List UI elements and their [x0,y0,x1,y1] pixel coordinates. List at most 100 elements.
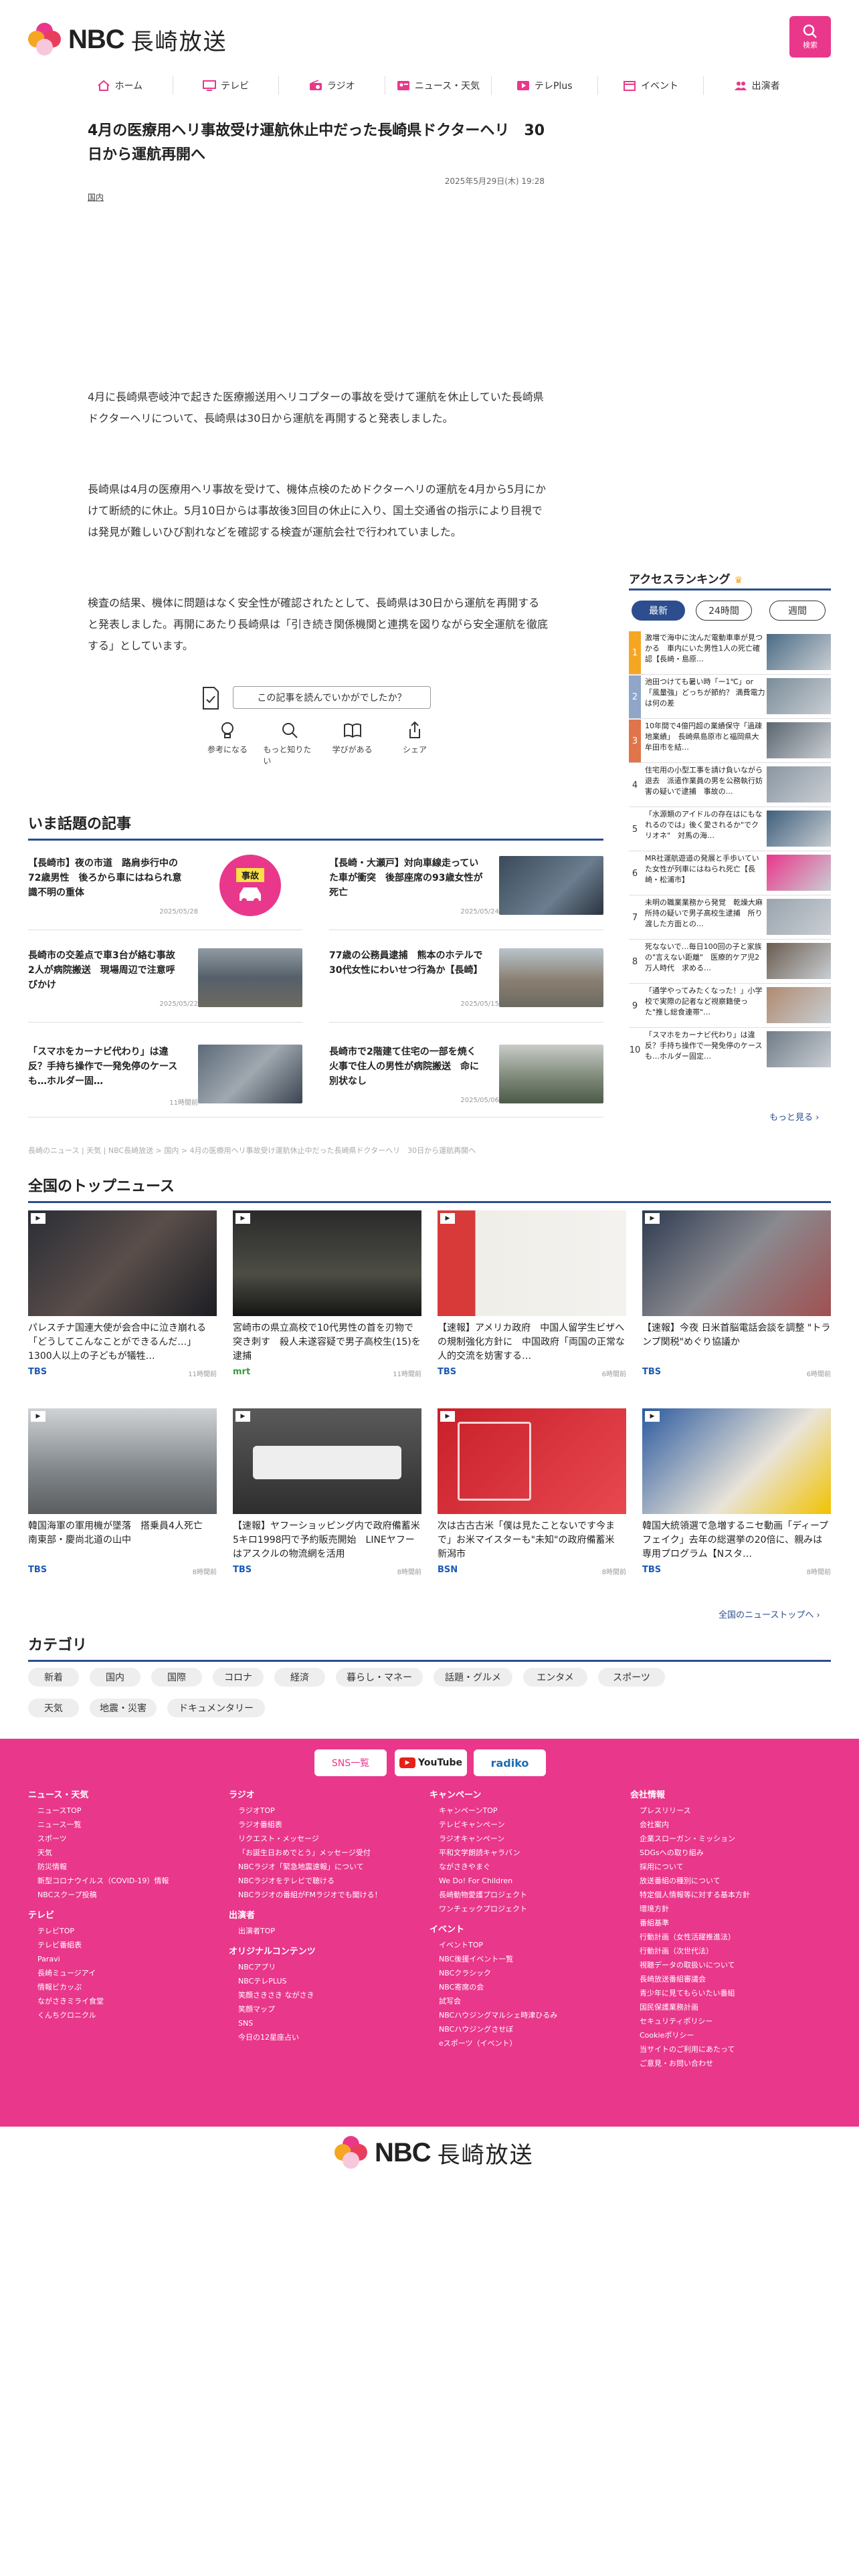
feedback-more-button[interactable]: もっと知りたい [263,721,316,766]
category-chip[interactable]: 天気 [28,1699,79,1717]
feedback-helpful-button[interactable]: 参考になる [201,721,254,766]
ranking-item[interactable]: 6 MR社運航遊道の発展と手歩いていた女性が列車にはねられ死亡【長崎・松浦市】 [629,852,831,895]
nav-event[interactable]: イベント [598,76,704,95]
footer-link[interactable]: 環境方針 [630,1902,824,1916]
ranking-item[interactable]: 10 「スマホをカーナビ代わり」は違反？手持ち操作で一発免停のケースも…ホルダー固… [629,1029,831,1071]
footer-link[interactable]: NBCハウジングさせぼ [430,2022,624,2036]
national-news-item[interactable]: ▶ 次は古古古米「僕は見たことないです今まで」お米マイスターも"未知"の政府備蓄米… [438,1408,626,1596]
nav-radio[interactable]: ラジオ [279,76,386,95]
footer-link[interactable]: ラジオキャンペーン [430,1832,624,1846]
footer-link[interactable]: 会社案内 [630,1818,824,1832]
footer-link[interactable]: キャンペーンTOP [430,1804,624,1818]
trending-item[interactable]: 長崎市の交差点で車3台が絡む事故 2人が病院搬送 現場周辺で注意呼びかけ 202… [28,948,302,1012]
footer-link[interactable]: 「お誕生日おめでとう」メッセージ受付 [229,1846,423,1860]
footer-link[interactable]: 行動計画（次世代法） [630,1944,824,1958]
footer-heading[interactable]: ニュース・天気 [28,1788,222,1802]
footer-link[interactable]: NBCクラシック [430,1966,624,1980]
site-logo[interactable]: NBC 長崎放送 [28,21,227,58]
footer-link[interactable]: Paravi [28,1952,222,1966]
national-news-item[interactable]: ▶ 【速報】今夜 日米首脳電話会談を調整 "トランプ関税"めぐり協議か TBS 6時間… [642,1210,831,1398]
footer-link[interactable]: スポーツ [28,1832,222,1846]
ranking-tab-24h[interactable]: 24時間 [696,601,752,621]
footer-heading[interactable]: ラジオ [229,1788,423,1802]
category-chip[interactable]: 国際 [151,1668,202,1687]
footer-link[interactable]: 番組基準 [630,1916,824,1930]
category-chip[interactable]: 暮らし・マネー [336,1668,423,1687]
footer-link[interactable]: 特定個人情報等に対する基本方針 [630,1888,824,1902]
footer-link[interactable]: 防災情報 [28,1860,222,1874]
ranking-tab-weekly[interactable]: 週間 [769,601,826,621]
footer-link[interactable]: 平和文学朗読キャラバン [430,1846,624,1860]
footer-link[interactable]: ワンチェックプロジェクト [430,1902,624,1916]
article-category-link[interactable]: 国内 [88,191,104,203]
nav-news[interactable]: ニュース・天気 [385,76,492,95]
category-chip[interactable]: エンタメ [523,1668,587,1687]
category-chip[interactable]: 話題・グルメ [434,1668,512,1687]
footer-link[interactable]: ラジオ番組表 [229,1818,423,1832]
category-chip[interactable]: 経済 [274,1668,325,1687]
footer-link[interactable]: 長崎動物愛護プロジェクト [430,1888,624,1902]
footer-link[interactable]: SDGsへの取り組み [630,1846,824,1860]
footer-logo[interactable]: NBC 長崎放送 [335,2136,534,2169]
footer-link[interactable]: NBCスクープ投稿 [28,1888,222,1902]
footer-link[interactable]: NBC寄席の会 [430,1980,624,1994]
breadcrumb[interactable]: 長崎のニュース | 天気 | NBC長崎放送 > 国内 > 4月の医療用ヘリ事故… [28,1145,476,1156]
national-news-item[interactable]: ▶ 【速報】ヤフーショッピング内で政府備蓄米5キロ1998円で予約販売開始 LIN… [233,1408,421,1596]
footer-link[interactable]: SNS [229,2016,423,2030]
footer-link[interactable]: NBCラジオ「緊急地震速報」について [229,1860,423,1874]
ranking-item[interactable]: 2 池田つけても暑い時「ー1℃」or「風量強」どっちが節約？ 満費電力は何の差 [629,675,831,718]
footer-link[interactable]: 企業スローガン・ミッション [630,1832,824,1846]
footer-link[interactable]: リクエスト・メッセージ [229,1832,423,1846]
footer-link[interactable]: くんちクロニクル [28,2008,222,2022]
radiko-button[interactable]: radiko [474,1749,546,1776]
footer-link[interactable]: ご意見・お問い合わせ [630,2056,824,2070]
footer-link[interactable]: Cookieポリシー [630,2028,824,2042]
footer-link[interactable]: 試写会 [430,1994,624,2008]
footer-heading[interactable]: オリジナルコンテンツ [229,1945,423,1959]
ranking-item[interactable]: 5 「水源類のアイドルの存在はにもなれるのでは」後く愛されるか"でクリオネ" 対馬… [629,808,831,851]
footer-link[interactable]: 放送番組の種別について [630,1874,824,1888]
footer-link[interactable]: eスポーツ（イベント） [430,2036,624,2050]
footer-heading[interactable]: キャンペーン [430,1788,624,1802]
ranking-item[interactable]: 3 10年間で4億円超の業績保守「過疎地業績」 長崎県島原市と福岡県大牟田市を結… [629,720,831,762]
category-chip[interactable]: スポーツ [598,1668,665,1687]
footer-link[interactable]: 当サイトのご利用にあたって [630,2042,824,2056]
footer-link[interactable]: 笑顔さきさき ながさき [229,1988,423,2002]
footer-link[interactable]: 長崎放送番組審議会 [630,1972,824,1986]
footer-link[interactable]: NBCラジオの番組がFMラジオでも聞ける！ [229,1888,423,1902]
share-button[interactable]: シェア [388,721,442,766]
footer-link[interactable]: 情報ビカッぷ [28,1980,222,1994]
category-chip[interactable]: ドキュメンタリー [167,1699,265,1717]
footer-link[interactable]: NBCテレPLUS [229,1974,423,1988]
ranking-item[interactable]: 4 住宅用の小型工事を請け負いながら退去 派遣作業員の男を公務執行妨害の疑いで逮捕… [629,764,831,807]
category-chip[interactable]: コロナ [213,1668,264,1687]
footer-link[interactable]: ながさきミライ食堂 [28,1994,222,2008]
footer-link[interactable]: 視聴データの取扱いについて [630,1958,824,1972]
trending-item[interactable]: 長崎市で2階建て住宅の一部を焼く火事で住人の男性が病院搬送 命に別状なし 202… [329,1045,603,1109]
ranking-tab-latest[interactable]: 最新 [632,601,685,621]
footer-link[interactable]: ながさきやまぐ [430,1860,624,1874]
category-chip[interactable]: 国内 [90,1668,140,1687]
footer-link[interactable]: 新型コロナウイルス（COVID-19）情報 [28,1874,222,1888]
ranking-item[interactable]: 1 激増で海中に沈んだ電動車車が見つかる 車内にいた男性1人の死亡確認【長崎・島原… [629,631,831,674]
footer-link[interactable]: We Do! For Children [430,1874,624,1888]
national-news-item[interactable]: ▶ 宮崎市の県立高校で10代男性の首を刃物で突き刺す 殺人未遂容疑で男子高校生(1… [233,1210,421,1398]
footer-link[interactable]: 天気 [28,1846,222,1860]
footer-link[interactable]: NBC後援イベント一覧 [430,1952,624,1966]
feedback-learn-button[interactable]: 学びがある [326,721,379,766]
nav-home[interactable]: ホーム [67,76,173,95]
footer-link[interactable]: 出演者TOP [229,1924,423,1938]
nav-teleplus[interactable]: テレPlus [492,76,598,95]
youtube-button[interactable]: ▶ YouTube [395,1749,467,1776]
footer-heading[interactable]: 出演者 [229,1909,423,1923]
national-news-item[interactable]: ▶ 【速報】アメリカ政府 中国人留学生ビザへの規制強化方針に 中国政府「両国の正常… [438,1210,626,1398]
category-chip[interactable]: 地震・災害 [90,1699,157,1717]
nav-tv[interactable]: テレビ [173,76,280,95]
national-news-item[interactable]: ▶ 韓国大統領選で急増するニセ動画「ディープフェイク」去年の総選挙の20倍に、親み… [642,1408,831,1596]
ranking-item[interactable]: 9 「通学やってみたくなった！」小学校で実際の記者など視察籍使った"推し総食連帯"… [629,984,831,1027]
footer-link[interactable]: 青少年に見てもらいたい番組 [630,1986,824,2000]
footer-link[interactable]: テレビTOP [28,1924,222,1938]
trending-item[interactable]: 【長崎市】夜の市道 路肩歩行中の72歳男性 後ろから車にはねられ意識不明の重体 … [28,855,302,920]
footer-link[interactable]: テレビキャンペーン [430,1818,624,1832]
footer-heading[interactable]: イベント [430,1923,624,1937]
